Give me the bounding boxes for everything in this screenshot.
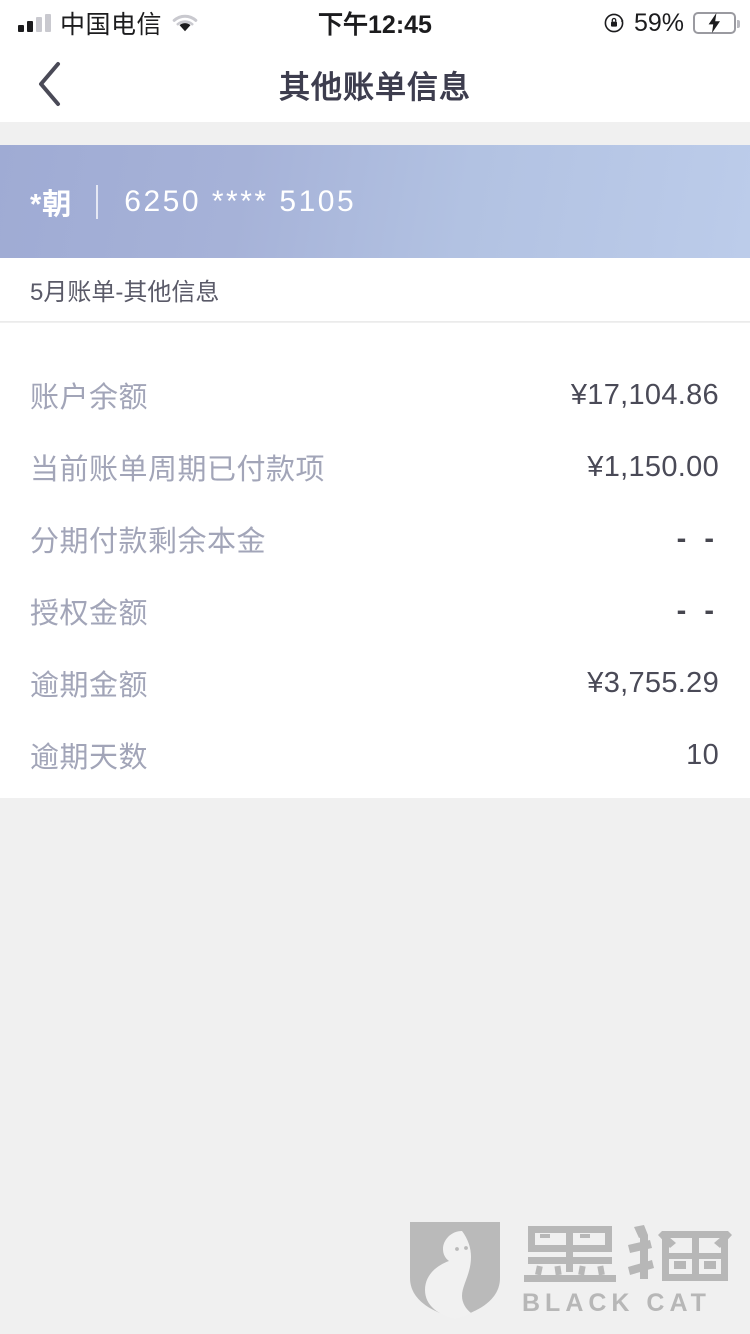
page-title: 其他账单信息 — [279, 69, 471, 105]
row-label: 授权金额 — [30, 598, 149, 630]
card-banner[interactable]: *朝 6250 **** 5105 — [0, 145, 750, 258]
section-subtitle-bar: 5月账单-其他信息 — [0, 258, 750, 322]
section-subtitle: 5月账单-其他信息 — [30, 279, 220, 306]
battery-charging-icon — [693, 12, 740, 34]
row-label: 逾期金额 — [30, 670, 149, 702]
row-value: ¥3,755.29 — [587, 666, 719, 699]
row-label: 分期付款剩余本金 — [30, 526, 267, 558]
row-value: - - — [676, 522, 719, 555]
row-label: 账户余额 — [30, 382, 149, 414]
row-value: ¥17,104.86 — [570, 378, 719, 411]
watermark-text: BLACK CAT — [522, 1223, 734, 1318]
card-banner-content: *朝 6250 **** 5105 — [0, 181, 356, 223]
row-label: 逾期天数 — [30, 742, 149, 774]
black-cat-watermark: BLACK CAT — [406, 1218, 734, 1322]
black-cat-shield-logo-icon — [410, 1222, 500, 1319]
card-holder-name: *朝 — [30, 188, 73, 221]
status-bar: 中国电信 下午12:45 59% — [0, 0, 750, 46]
table-row: 当前账单周期已付款项 ¥1,150.00 — [0, 431, 750, 503]
table-row: 逾期金额 ¥3,755.29 — [0, 647, 750, 719]
detail-list: 账户余额 ¥17,104.86 当前账单周期已付款项 ¥1,150.00 分期付… — [0, 323, 750, 798]
card-number: 6250 **** 5105 — [124, 184, 357, 218]
navigation-bar: 其他账单信息 — [0, 46, 750, 122]
table-row: 账户余额 ¥17,104.86 — [0, 359, 750, 431]
row-value: 10 — [686, 738, 719, 771]
card-divider — [96, 184, 99, 219]
table-row: 分期付款剩余本金 - - — [0, 503, 750, 575]
header-spacer — [0, 122, 750, 145]
battery-percent-label: 59% — [633, 8, 684, 37]
status-bar-right: 59% — [603, 8, 740, 38]
table-row: 逾期天数 10 — [0, 719, 750, 791]
row-label: 当前账单周期已付款项 — [30, 454, 326, 486]
row-value: - - — [676, 594, 719, 627]
rotation-lock-icon — [603, 12, 625, 34]
phone-screen: 中国电信 下午12:45 59% 其他账单信息 *朝 6250 **** 510… — [0, 0, 750, 1334]
watermark-name-cn-icon — [524, 1224, 732, 1282]
table-row: 授权金额 - - — [0, 575, 750, 647]
back-chevron-icon — [39, 62, 60, 106]
watermark-name-en: BLACK CAT — [522, 1288, 711, 1317]
back-button[interactable] — [22, 57, 76, 111]
row-value: ¥1,150.00 — [587, 450, 719, 483]
